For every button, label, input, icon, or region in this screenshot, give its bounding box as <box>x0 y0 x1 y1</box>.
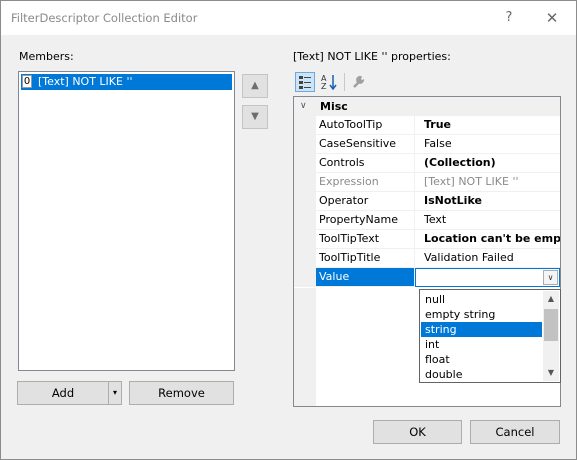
dropdown-option[interactable]: float <box>421 352 542 367</box>
members-label: Members: <box>19 50 74 63</box>
collection-editor-dialog: FilterDescriptor Collection Editor ? ✕ M… <box>0 0 577 460</box>
property-name[interactable]: ToolTipText <box>316 230 415 249</box>
wrench-icon <box>353 75 365 88</box>
add-button[interactable]: Add <box>17 381 109 405</box>
close-button[interactable]: ✕ <box>541 9 563 27</box>
property-name[interactable]: PropertyName <box>316 211 415 230</box>
property-name[interactable]: Operator <box>316 192 415 211</box>
property-value[interactable]: True <box>415 116 560 135</box>
property-row-value[interactable]: Value ∨ <box>294 268 560 287</box>
row-gutter <box>294 154 316 173</box>
property-value[interactable]: Validation Failed <box>415 249 560 268</box>
dropdown-option[interactable]: empty string <box>421 307 542 322</box>
row-gutter <box>294 116 316 135</box>
help-button[interactable]: ? <box>499 9 519 27</box>
scroll-up-icon[interactable]: ▲ <box>543 291 559 307</box>
value-dropdown-list[interactable]: null empty string string int float double ▲ ▼ <box>419 289 561 383</box>
scroll-down-icon[interactable]: ▼ <box>543 365 559 381</box>
toolbar-separator <box>344 73 345 91</box>
property-row[interactable]: Expression [Text] NOT LIKE '' <box>294 173 560 192</box>
collapse-chevron-icon[interactable]: ∨ <box>300 97 307 116</box>
grid-gutter-fill <box>294 288 316 406</box>
property-row[interactable]: ToolTipTextLocation can't be empty! <box>294 230 560 249</box>
property-name[interactable]: Expression <box>316 173 415 192</box>
row-gutter <box>294 173 316 192</box>
row-gutter <box>294 192 316 211</box>
chevron-down-icon: ∨ <box>547 273 554 282</box>
row-gutter <box>294 268 316 287</box>
member-label: [Text] NOT LIKE '' <box>38 75 133 88</box>
property-name[interactable]: Controls <box>316 154 415 173</box>
dropdown-option[interactable]: null <box>421 292 542 307</box>
property-row[interactable]: ToolTipTitle Validation Failed <box>294 249 560 268</box>
property-pages-button[interactable] <box>349 72 369 92</box>
arrow-down-icon: ▼ <box>251 111 259 122</box>
title-bar: FilterDescriptor Collection Editor ? ✕ <box>1 1 576 35</box>
property-name[interactable]: CaseSensitive <box>316 135 415 154</box>
dropdown-option[interactable]: double <box>421 367 542 382</box>
property-grid-toolbar: A Z <box>293 70 383 94</box>
property-value[interactable]: [Text] NOT LIKE '' <box>415 173 560 192</box>
add-dropdown-button[interactable]: ▾ <box>108 381 122 405</box>
property-value[interactable]: IsNotLike <box>415 192 560 211</box>
category-label: Misc <box>320 100 348 113</box>
scroll-thumb[interactable] <box>544 309 558 341</box>
row-gutter <box>294 230 316 249</box>
dropdown-arrow-icon: ▾ <box>112 388 117 397</box>
window-title: FilterDescriptor Collection Editor <box>11 11 198 25</box>
property-row[interactable]: Operator IsNotLike <box>294 192 560 211</box>
sort-az-icon: A Z <box>321 74 337 91</box>
property-value[interactable]: Text <box>415 211 560 230</box>
move-up-button[interactable]: ▲ <box>242 74 268 98</box>
row-gutter <box>294 249 316 268</box>
svg-text:Z: Z <box>321 82 327 91</box>
alphabetical-view-button[interactable]: A Z <box>319 72 339 92</box>
property-value[interactable]: False <box>415 135 560 154</box>
value-combobox[interactable]: ∨ <box>415 268 560 287</box>
property-row[interactable]: AutoToolTip True <box>294 116 560 135</box>
categorized-icon <box>299 76 311 89</box>
move-down-button[interactable]: ▼ <box>242 105 268 129</box>
list-item[interactable]: 0 [Text] NOT LIKE '' <box>21 74 232 90</box>
categorized-view-button[interactable] <box>295 72 315 92</box>
row-gutter <box>294 135 316 154</box>
property-row[interactable]: PropertyName Text <box>294 211 560 230</box>
property-row[interactable]: CaseSensitive False <box>294 135 560 154</box>
property-value[interactable]: Location can't be empty! <box>415 230 560 249</box>
dropdown-option[interactable]: string <box>421 322 542 337</box>
category-row-misc[interactable]: ∨ Misc <box>294 97 560 116</box>
property-name[interactable]: ToolTipTitle <box>316 249 415 268</box>
arrow-up-icon: ▲ <box>251 80 259 91</box>
combo-dropdown-button[interactable]: ∨ <box>543 270 558 285</box>
properties-label: [Text] NOT LIKE '' properties: <box>293 50 451 63</box>
dropdown-option[interactable]: int <box>421 337 542 352</box>
member-index: 0 <box>22 75 32 88</box>
property-value[interactable]: (Collection) <box>415 154 560 173</box>
row-gutter <box>294 211 316 230</box>
property-row[interactable]: Controls (Collection) <box>294 154 560 173</box>
members-list[interactable]: 0 [Text] NOT LIKE '' <box>18 71 235 371</box>
property-name[interactable]: AutoToolTip <box>316 116 415 135</box>
property-name[interactable]: Value <box>316 268 415 287</box>
ok-button[interactable]: OK <box>373 420 462 444</box>
dropdown-scrollbar[interactable]: ▲ ▼ <box>543 291 559 381</box>
cancel-button[interactable]: Cancel <box>470 420 560 444</box>
remove-button[interactable]: Remove <box>129 381 234 405</box>
